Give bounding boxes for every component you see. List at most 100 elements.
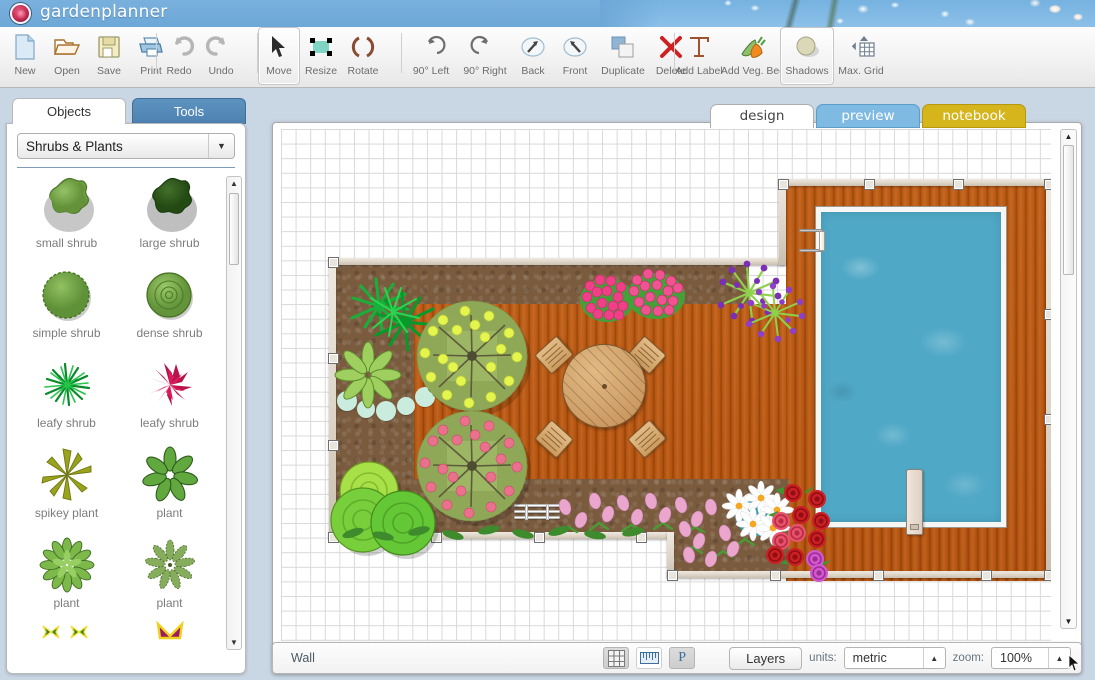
open-button[interactable]: Open — [46, 27, 88, 85]
wall-right[interactable] — [1046, 179, 1051, 578]
groundcover-strip[interactable] — [333, 521, 663, 547]
wall-top-right[interactable] — [779, 179, 1051, 186]
undo-button[interactable]: Undo — [200, 27, 242, 85]
tab-notebook[interactable]: notebook — [922, 104, 1026, 128]
scroll-up-arrow-icon[interactable]: ▲ — [227, 177, 241, 190]
max-grid-button[interactable]: Max. Grid — [834, 27, 888, 85]
blossom-banner-image — [600, 0, 1095, 27]
selection-handle[interactable] — [778, 179, 789, 190]
selection-handle[interactable] — [953, 179, 964, 190]
garden-plan-canvas[interactable] — [281, 129, 1051, 641]
move-tool-button[interactable]: Move — [258, 27, 300, 85]
chevron-down-icon[interactable]: ▼ — [208, 134, 234, 158]
object-palette-scroll[interactable]: small shrub large shrub — [15, 172, 221, 650]
tab-tools[interactable]: Tools — [132, 98, 246, 124]
redo-button[interactable]: Redo — [158, 27, 200, 85]
open-folder-icon — [52, 32, 82, 62]
palette-item-leafy-shrub-red[interactable]: leafy shrub — [118, 352, 221, 442]
palette-scrollbar-thumb[interactable] — [229, 193, 239, 265]
ruler-toggle-button[interactable] — [636, 647, 662, 669]
scroll-down-arrow-icon[interactable]: ▼ — [227, 636, 241, 649]
selection-handle[interactable] — [1044, 179, 1051, 190]
canvas-vscroll-thumb[interactable] — [1063, 145, 1074, 275]
view-tabs: design preview notebook — [710, 104, 1040, 128]
zoom-label: zoom: — [953, 652, 984, 664]
selection-handle[interactable] — [1044, 309, 1051, 320]
ladder-step — [819, 231, 825, 251]
grid-icon — [608, 650, 625, 667]
spinner-up-arrow-icon[interactable]: ▲ — [923, 648, 945, 668]
rotate-left-button[interactable]: 90° Left — [404, 27, 458, 85]
save-button[interactable]: Save — [88, 27, 130, 85]
selection-handle[interactable] — [981, 570, 992, 581]
flowering-tree-yellow[interactable] — [413, 297, 535, 419]
palette-item-label: large shrub — [139, 236, 199, 250]
tab-objects[interactable]: Objects — [12, 98, 126, 124]
send-back-button[interactable]: Back — [512, 27, 554, 85]
toolbar-group-insert: Add Label Add Veg. Bed Shadows — [672, 27, 888, 88]
rose-logo-icon — [10, 3, 31, 24]
category-select[interactable]: Shrubs & Plants ▼ — [17, 133, 235, 159]
selection-handle[interactable] — [864, 179, 875, 190]
duplicate-icon — [608, 32, 638, 62]
palette-item-butterfly-pair[interactable] — [15, 622, 118, 650]
add-label-button[interactable]: Add Label — [672, 27, 726, 85]
zoom-value: 100% — [992, 648, 1048, 668]
rotate-icon — [348, 32, 378, 62]
flower-hydrangea-pink-2[interactable] — [621, 262, 691, 324]
shadows-label: Shadows — [785, 65, 828, 77]
diving-board[interactable] — [906, 469, 923, 535]
panel-tabs: Objects Tools — [6, 98, 246, 124]
palette-item-large-shrub[interactable]: large shrub — [118, 172, 221, 262]
rotate-left-icon — [416, 32, 446, 62]
scroll-up-arrow-icon[interactable]: ▲ — [1062, 130, 1075, 143]
palette-scrollbar[interactable]: ▲ ▼ — [226, 176, 242, 650]
bring-front-button[interactable]: Front — [554, 27, 596, 85]
toolbar-group-history: Redo Undo — [158, 27, 242, 88]
plant-list-toggle-button[interactable]: P — [669, 647, 695, 669]
palette-item-dense-shrub[interactable]: dense shrub — [118, 262, 221, 352]
bench-leg — [546, 504, 549, 520]
wall-step-vert[interactable] — [779, 179, 786, 265]
canvas-vertical-scrollbar[interactable]: ▲ ▼ — [1060, 129, 1077, 629]
palette-item-rosette-plant[interactable]: plant — [15, 532, 118, 622]
patio-table[interactable] — [562, 344, 646, 428]
zoom-spinner[interactable]: 100% ▲ — [991, 647, 1071, 669]
rotate-tool-button[interactable]: Rotate — [342, 27, 384, 85]
duplicate-button[interactable]: Duplicate — [596, 27, 650, 85]
flower-allium-purple-2[interactable] — [743, 284, 807, 342]
selection-handle[interactable] — [1044, 570, 1051, 581]
tab-design[interactable]: design — [710, 104, 814, 128]
rotate-label: Rotate — [348, 65, 379, 77]
palette-item-butterfly[interactable] — [118, 622, 221, 650]
layers-button[interactable]: Layers — [729, 647, 802, 670]
selection-handle[interactable] — [873, 570, 884, 581]
tab-preview[interactable]: preview — [816, 104, 920, 128]
palette-item-star-plant[interactable]: plant — [118, 442, 221, 532]
rotate-right-button[interactable]: 90° Right — [458, 27, 512, 85]
palette-item-simple-shrub[interactable]: simple shrub — [15, 262, 118, 352]
leafy-shrub-green-icon — [38, 352, 96, 418]
undo-label: Undo — [208, 65, 233, 77]
plant-star-light[interactable] — [329, 339, 407, 411]
palette-item-spikey-plant[interactable]: spikey plant — [15, 442, 118, 532]
palette-item-leafy-shrub-green[interactable]: leafy shrub — [15, 352, 118, 442]
flower-roses-red[interactable] — [761, 477, 841, 577]
grid-toggle-button[interactable] — [603, 647, 629, 669]
palette-item-label: spikey plant — [35, 506, 98, 520]
new-button[interactable]: New — [4, 27, 46, 85]
selection-handle[interactable] — [1044, 414, 1051, 425]
units-spinner[interactable]: metric ▲ — [844, 647, 946, 669]
selection-handle[interactable] — [328, 440, 339, 451]
palette-item-fern-plant[interactable]: plant — [118, 532, 221, 622]
spinner-up-arrow-icon[interactable]: ▲ — [1048, 648, 1070, 668]
toolbar-group-transform: Move Resize Rotate — [258, 27, 384, 88]
resize-tool-button[interactable]: Resize — [300, 27, 342, 85]
palette-item-small-shrub[interactable]: small shrub — [15, 172, 118, 262]
pool-ladder[interactable] — [799, 229, 825, 253]
shadows-toggle-button[interactable]: Shadows — [780, 27, 834, 85]
add-veg-bed-button[interactable]: Add Veg. Bed — [726, 27, 780, 85]
palette-item-label: plant — [53, 596, 79, 610]
main-toolbar: New Open Save Print — [0, 27, 1095, 88]
scroll-down-arrow-icon[interactable]: ▼ — [1062, 615, 1075, 628]
